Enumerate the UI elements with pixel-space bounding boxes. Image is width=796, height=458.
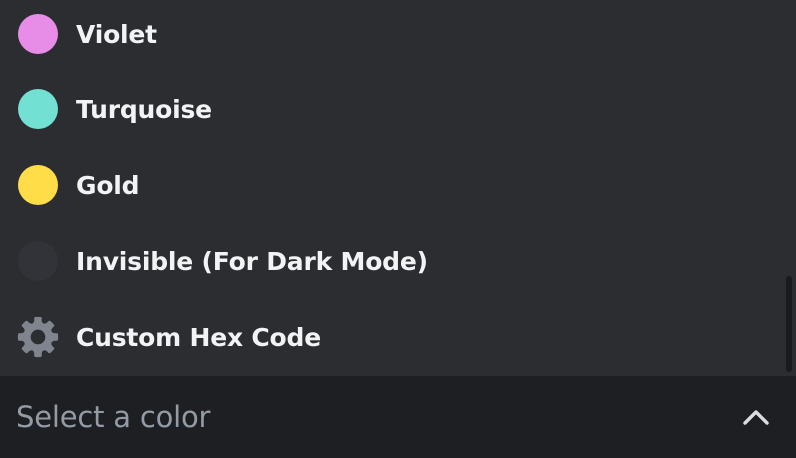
- option-invisible[interactable]: Invisible (For Dark Mode): [0, 223, 780, 299]
- chevron-up-icon: [743, 410, 769, 425]
- option-turquoise[interactable]: Turquoise: [0, 71, 780, 147]
- invisible-swatch-icon: [18, 241, 58, 281]
- gear-icon: [17, 316, 59, 358]
- option-violet[interactable]: Violet: [0, 0, 780, 72]
- option-label: Custom Hex Code: [76, 322, 321, 352]
- color-picker-dropdown: Violet Turquoise Gold Invisible (For Dar…: [0, 0, 796, 458]
- option-label: Turquoise: [76, 94, 212, 124]
- option-custom-hex-code[interactable]: Custom Hex Code: [0, 299, 780, 375]
- option-label: Invisible (For Dark Mode): [76, 246, 428, 276]
- scrollbar-thumb[interactable]: [786, 276, 792, 372]
- option-label: Gold: [76, 170, 140, 200]
- color-select[interactable]: Select a color: [0, 376, 796, 458]
- option-gold[interactable]: Gold: [0, 147, 780, 223]
- turquoise-swatch-icon: [18, 89, 58, 129]
- option-label: Violet: [76, 19, 157, 49]
- gold-swatch-icon: [18, 165, 58, 205]
- color-options-list: Violet Turquoise Gold Invisible (For Dar…: [0, 0, 796, 376]
- select-placeholder: Select a color: [16, 400, 211, 434]
- violet-swatch-icon: [18, 14, 58, 54]
